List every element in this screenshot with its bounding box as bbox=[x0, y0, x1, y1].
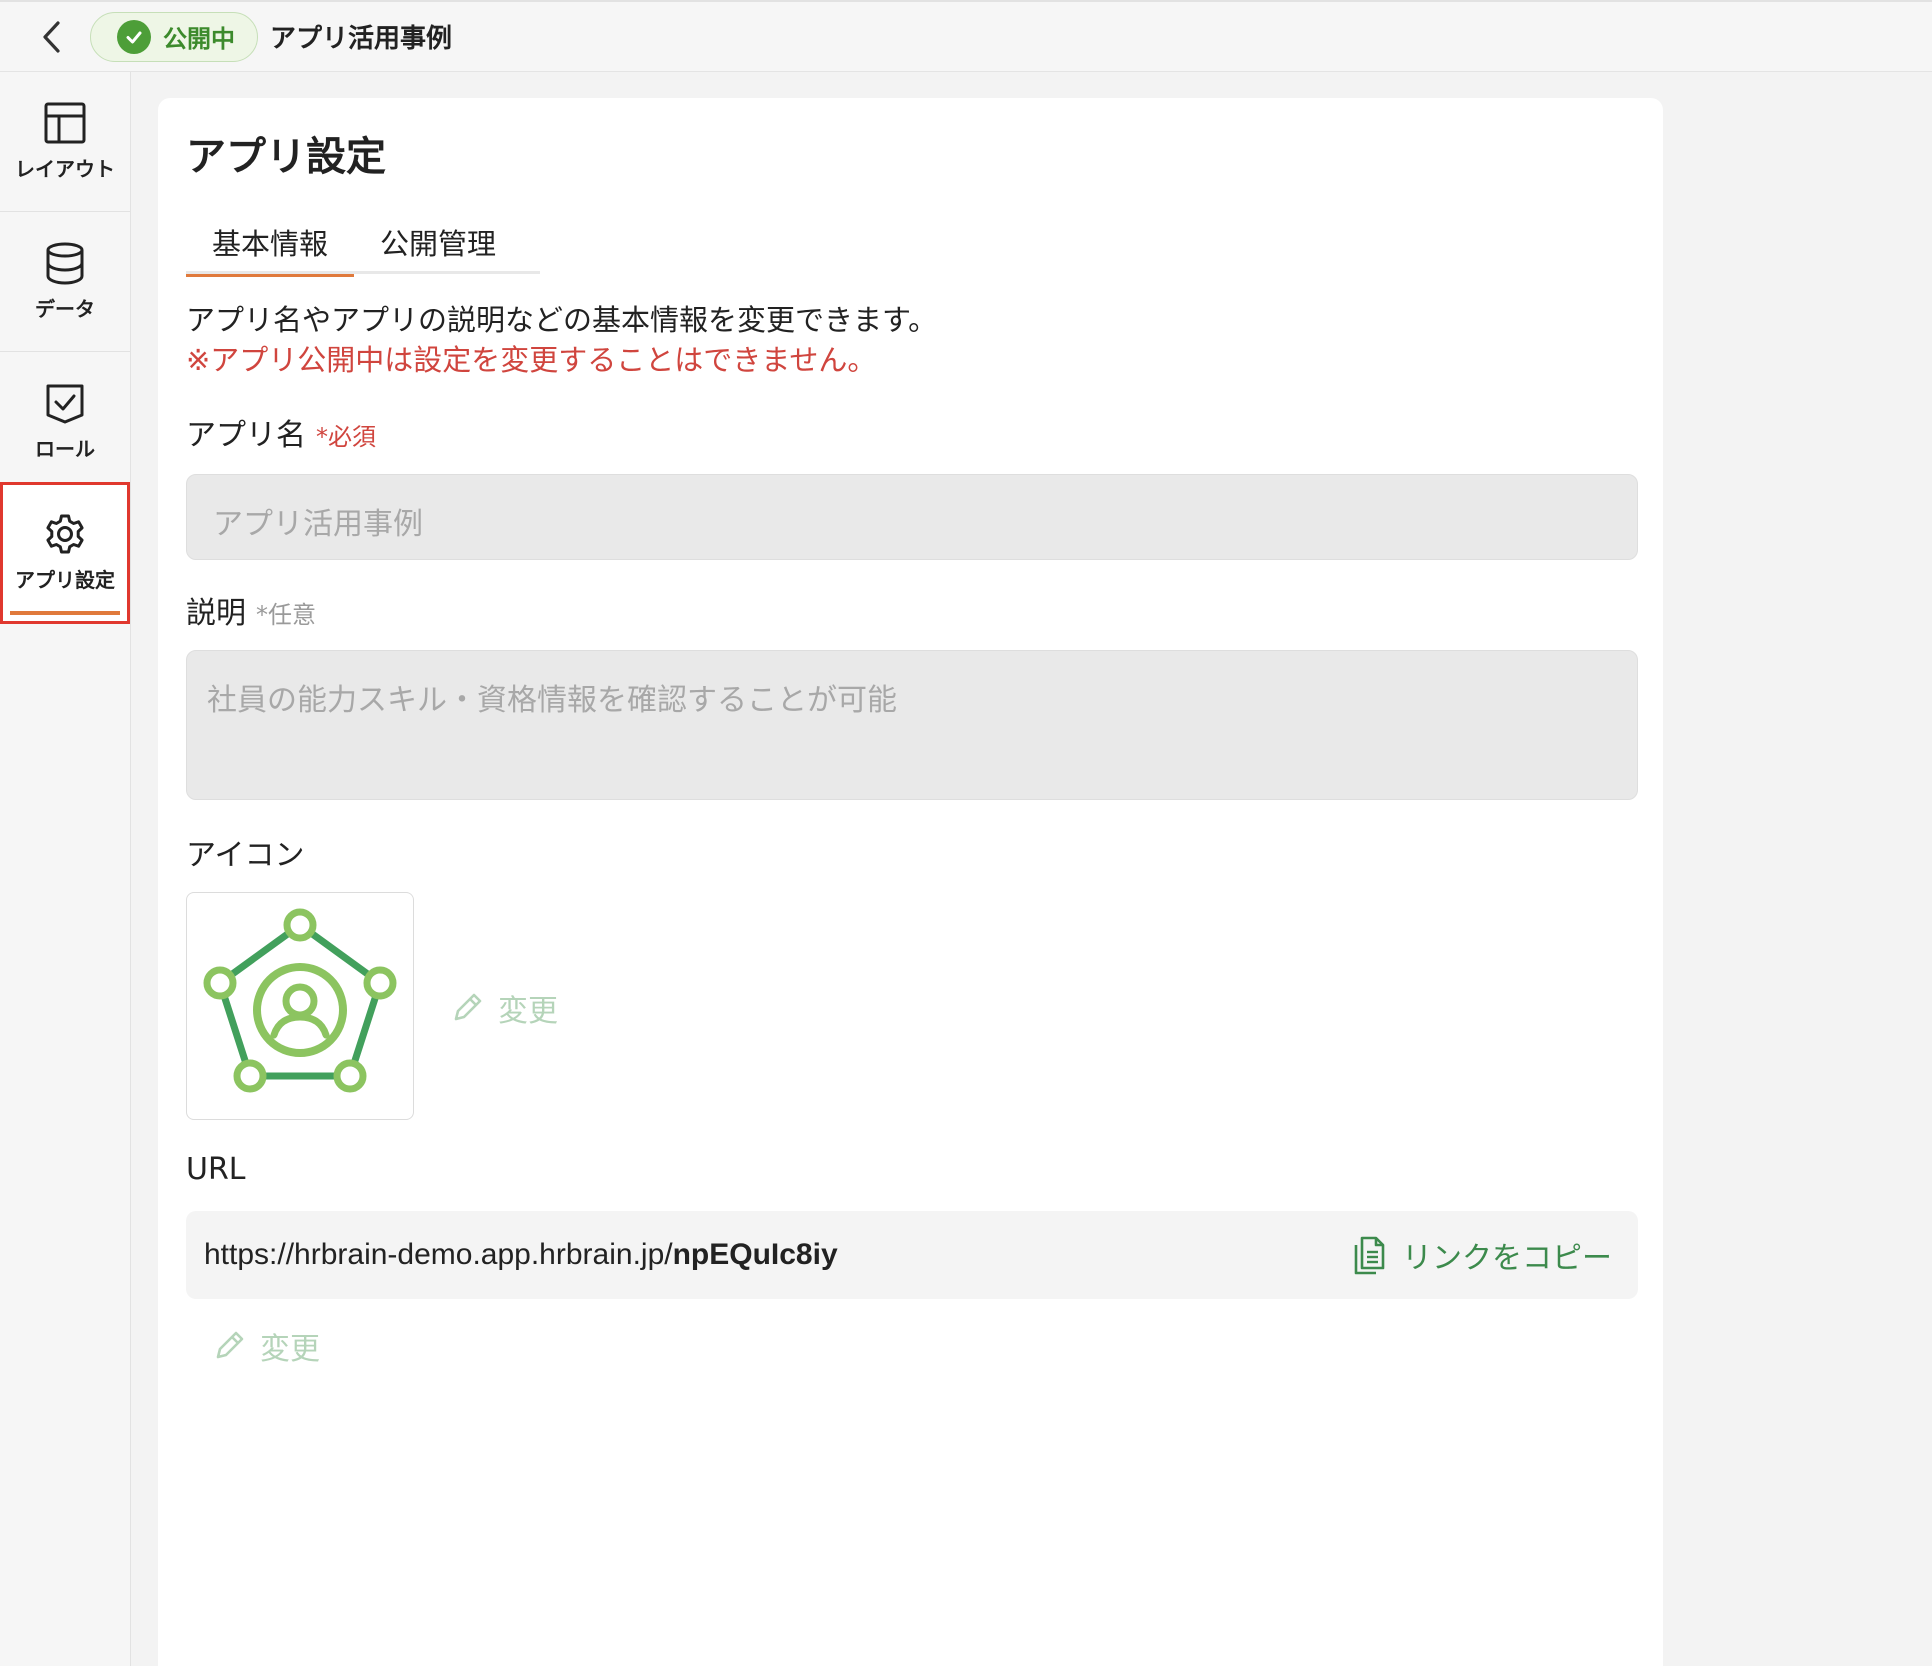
app-name-input[interactable]: アプリ活用事例 bbox=[186, 474, 1638, 560]
tab-publish-management[interactable]: 公開管理 bbox=[354, 210, 522, 274]
layout-icon bbox=[44, 102, 86, 144]
settings-card: アプリ設定 基本情報 公開管理 アプリ名やアプリの説明などの基本情報を変更できま… bbox=[158, 98, 1663, 1666]
icon-label-text: アイコン bbox=[186, 838, 305, 873]
url-field: https://hrbrain-demo.app.hrbrain.jp/npEQ… bbox=[186, 1211, 1638, 1299]
change-icon-button[interactable]: 変更 bbox=[450, 986, 558, 1030]
back-button[interactable] bbox=[22, 7, 82, 67]
sidebar-item-label: レイアウト bbox=[15, 157, 115, 181]
app-name-label: アプリ名 *必須 bbox=[186, 410, 376, 454]
url-base: https://hrbrain-demo.app.hrbrain.jp/ bbox=[204, 1238, 673, 1271]
url-label-text: URL bbox=[186, 1152, 246, 1187]
change-url-label: 変更 bbox=[260, 1332, 320, 1367]
settings-tabs: 基本情報 公開管理 bbox=[186, 210, 540, 277]
description-label: 説明 *任意 bbox=[186, 588, 316, 632]
gear-icon bbox=[46, 514, 84, 554]
icon-label: アイコン bbox=[186, 830, 305, 874]
app-icon-preview bbox=[186, 892, 414, 1120]
app-network-user-icon bbox=[203, 908, 397, 1093]
sidebar: レイアウト データ ロール アプリ設定 bbox=[0, 72, 131, 1666]
database-icon bbox=[46, 242, 84, 285]
pencil-icon bbox=[454, 993, 482, 1021]
copy-link-button[interactable]: リンクをコピー bbox=[1352, 1233, 1612, 1277]
chevron-left-icon bbox=[43, 20, 60, 53]
app-name-label-text: アプリ名 bbox=[186, 418, 306, 453]
change-icon-label: 変更 bbox=[498, 994, 558, 1029]
pencil-icon bbox=[216, 1331, 244, 1359]
page-title: アプリ設定 bbox=[186, 134, 386, 180]
app-name-header: アプリ活用事例 bbox=[270, 24, 453, 54]
url-slug: npEQuIc8iy bbox=[672, 1238, 838, 1271]
required-mark: *必須 bbox=[316, 423, 376, 451]
optional-mark: *任意 bbox=[256, 601, 316, 629]
status-badge: 公開中 bbox=[90, 11, 258, 62]
sidebar-item-app-settings[interactable]: アプリ設定 bbox=[0, 482, 130, 624]
copy-document-icon bbox=[1354, 1236, 1385, 1275]
sidebar-item-label: ロール bbox=[35, 437, 95, 461]
description-label-text: 説明 bbox=[186, 596, 246, 631]
role-check-icon bbox=[46, 384, 84, 424]
copy-link-label: リンクをコピー bbox=[1402, 1241, 1612, 1276]
section-description: アプリ名やアプリの説明などの基本情報を変更できます。 bbox=[186, 303, 938, 337]
publish-notice: ※アプリ公開中は設定を変更することはできません。 bbox=[186, 343, 877, 377]
sidebar-item-layout[interactable]: レイアウト bbox=[0, 72, 130, 212]
top-bar: 公開中 アプリ活用事例 bbox=[0, 0, 1932, 72]
url-label: URL bbox=[186, 1152, 246, 1187]
tab-basic-info[interactable]: 基本情報 bbox=[186, 210, 355, 277]
change-url-button[interactable]: 変更 bbox=[212, 1324, 320, 1368]
status-label: 公開中 bbox=[163, 25, 235, 53]
description-textarea[interactable]: 社員の能力スキル・資格情報を確認することが可能 bbox=[186, 650, 1638, 800]
app-url[interactable]: https://hrbrain-demo.app.hrbrain.jp/npEQ… bbox=[204, 1238, 838, 1272]
sidebar-item-data[interactable]: データ bbox=[0, 212, 130, 352]
sidebar-item-label: データ bbox=[35, 297, 95, 321]
sidebar-item-label: アプリ設定 bbox=[15, 568, 115, 592]
sidebar-item-role[interactable]: ロール bbox=[0, 352, 130, 492]
check-circle-icon bbox=[117, 19, 151, 54]
